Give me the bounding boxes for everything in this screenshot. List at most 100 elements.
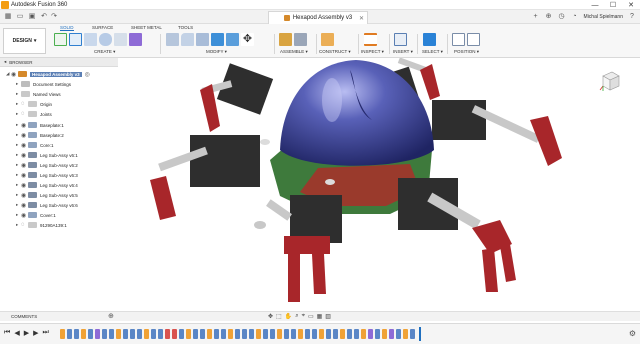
fit-icon[interactable]: ⌖ [302, 313, 305, 320]
browser-item-baseplate-1[interactable]: ▸ ◉ Baseplate:1 [16, 120, 64, 130]
save-icon[interactable]: ▣ [28, 13, 36, 21]
viewports-icon[interactable]: ▥ [325, 313, 331, 320]
timeline-feature[interactable] [277, 329, 282, 339]
timeline-feature[interactable] [326, 329, 331, 339]
capture-position-icon[interactable] [452, 33, 465, 46]
leg-back-left[interactable] [200, 63, 274, 132]
timeline-feature[interactable] [333, 329, 338, 339]
close-tab-icon[interactable]: ✕ [359, 15, 364, 22]
step-forward-icon[interactable]: ▶ [33, 329, 38, 337]
select-arrow-icon[interactable] [423, 33, 436, 46]
move-icon[interactable]: ✥ [241, 33, 254, 46]
hexapod-model[interactable] [118, 57, 640, 318]
timeline-feature[interactable] [81, 329, 86, 339]
timeline-feature[interactable] [375, 329, 380, 339]
combine-icon[interactable] [226, 33, 239, 46]
timeline-settings-gear-icon[interactable]: ⚙ [629, 329, 636, 338]
extensions-icon[interactable]: ⊕ [545, 13, 553, 21]
sketch-icon[interactable] [69, 33, 82, 46]
timeline-feature[interactable] [228, 329, 233, 339]
browser-item-leg-4[interactable]: ▸ ◉ Leg Sub-Assy v6:4 [16, 180, 78, 190]
timeline-feature[interactable] [284, 329, 289, 339]
timeline-feature[interactable] [130, 329, 135, 339]
play-icon[interactable]: ▶ [24, 329, 29, 337]
browser-item-root[interactable]: ◢ ◉ Hexapod Assembly v3 ◎ [6, 69, 90, 79]
browser-item-origin[interactable]: ▸ ◌ Origin [16, 99, 52, 109]
timeline-feature[interactable] [193, 329, 198, 339]
tab-surface[interactable]: SURFACE [92, 25, 113, 30]
timeline-feature[interactable] [410, 329, 415, 339]
leg-front-right[interactable] [398, 178, 516, 292]
new-tab-icon[interactable]: + [532, 13, 540, 21]
look-at-icon[interactable]: ⬚ [276, 313, 282, 320]
timeline-feature[interactable] [123, 329, 128, 339]
tab-tools[interactable]: TOOLS [178, 25, 193, 30]
insert-menu[interactable]: INSERT ▾ [393, 49, 413, 55]
construct-menu[interactable]: CONSTRUCT ▾ [319, 49, 351, 55]
visibility-eye-icon[interactable]: ◌ [21, 222, 28, 228]
timeline-feature[interactable] [102, 329, 107, 339]
timeline-feature[interactable] [305, 329, 310, 339]
select-menu[interactable]: SELECT ▾ [422, 49, 443, 55]
collapse-browser-icon[interactable]: ◂ [4, 59, 6, 65]
extrude-icon[interactable] [84, 33, 97, 46]
timeline-feature[interactable] [312, 329, 317, 339]
timeline-feature[interactable] [235, 329, 240, 339]
file-icon[interactable]: ▭ [16, 13, 24, 21]
browser-item-named-views[interactable]: ▸ Named Views [16, 89, 61, 99]
timeline-feature[interactable] [88, 329, 93, 339]
zoom-icon[interactable]: ⌕ [295, 313, 298, 320]
visibility-eye-icon[interactable]: ◉ [21, 142, 28, 149]
timeline-feature[interactable] [263, 329, 268, 339]
timeline-feature[interactable] [151, 329, 156, 339]
timeline-feature[interactable] [186, 329, 191, 339]
visibility-eye-icon[interactable]: ◌ [21, 111, 28, 117]
timeline-feature[interactable] [368, 329, 373, 339]
timeline-feature[interactable] [403, 329, 408, 339]
workspace-switcher[interactable]: DESIGN ▾ [3, 28, 46, 54]
insert-icon[interactable] [394, 33, 407, 46]
timeline-feature[interactable] [242, 329, 247, 339]
tab-sheet-metal[interactable]: SHEET METAL [131, 25, 162, 30]
timeline-feature[interactable] [340, 329, 345, 339]
browser-item-baseplate-2[interactable]: ▸ ◉ Baseplate:2 [16, 130, 64, 140]
timeline-feature[interactable] [165, 329, 170, 339]
visibility-eye-icon[interactable]: ◉ [21, 202, 28, 209]
browser-item-fastener[interactable]: ▸ ◌ 91290A139:1 [16, 220, 67, 230]
user-name[interactable]: Michal Spielmann [584, 14, 623, 20]
leg-left[interactable] [150, 135, 260, 220]
timeline-feature[interactable] [109, 329, 114, 339]
undo-icon[interactable]: ↶ [40, 13, 48, 21]
leg-front-left[interactable] [254, 195, 342, 302]
browser-item-leg-5[interactable]: ▸ ◉ Leg Sub-Assy v6:5 [16, 190, 78, 200]
browser-item-joints[interactable]: ▸ ◌ Joints [16, 109, 52, 119]
timeline-feature[interactable] [200, 329, 205, 339]
position-menu[interactable]: POSITION ▾ [454, 49, 479, 55]
visibility-eye-icon[interactable]: ◉ [21, 132, 28, 139]
timeline-feature[interactable] [207, 329, 212, 339]
joint-icon[interactable] [294, 33, 307, 46]
create-menu[interactable]: CREATE ▾ [94, 49, 115, 55]
browser-item-leg-6[interactable]: ▸ ◉ Leg Sub-Assy v6:6 [16, 200, 78, 210]
minimize-button[interactable]: — [586, 0, 604, 10]
timeline-feature[interactable] [319, 329, 324, 339]
grid-settings-icon[interactable]: ▦ [317, 313, 323, 320]
visibility-eye-icon[interactable]: ◉ [21, 212, 28, 219]
timeline-feature[interactable] [354, 329, 359, 339]
visibility-eye-icon[interactable]: ◉ [21, 152, 28, 159]
display-settings-icon[interactable]: ▭ [308, 313, 314, 320]
help-icon[interactable]: ? [628, 13, 636, 21]
new-component-assemble-icon[interactable] [279, 33, 292, 46]
timeline-feature[interactable] [382, 329, 387, 339]
timeline-feature[interactable] [60, 329, 65, 339]
visibility-eye-icon[interactable]: ◉ [21, 192, 28, 199]
timeline-feature[interactable] [172, 329, 177, 339]
pan-icon[interactable]: ✋ [285, 313, 292, 320]
visibility-eye-icon[interactable]: ◉ [21, 172, 28, 179]
browser-item-core[interactable]: ▸ ◉ Core:1 [16, 140, 54, 150]
view-cube-icon[interactable] [599, 70, 621, 92]
shell-icon[interactable] [211, 33, 224, 46]
timeline-feature[interactable] [116, 329, 121, 339]
visibility-eye-icon[interactable]: ◉ [21, 182, 28, 189]
modify-menu[interactable]: MODIFY ▾ [206, 49, 227, 55]
